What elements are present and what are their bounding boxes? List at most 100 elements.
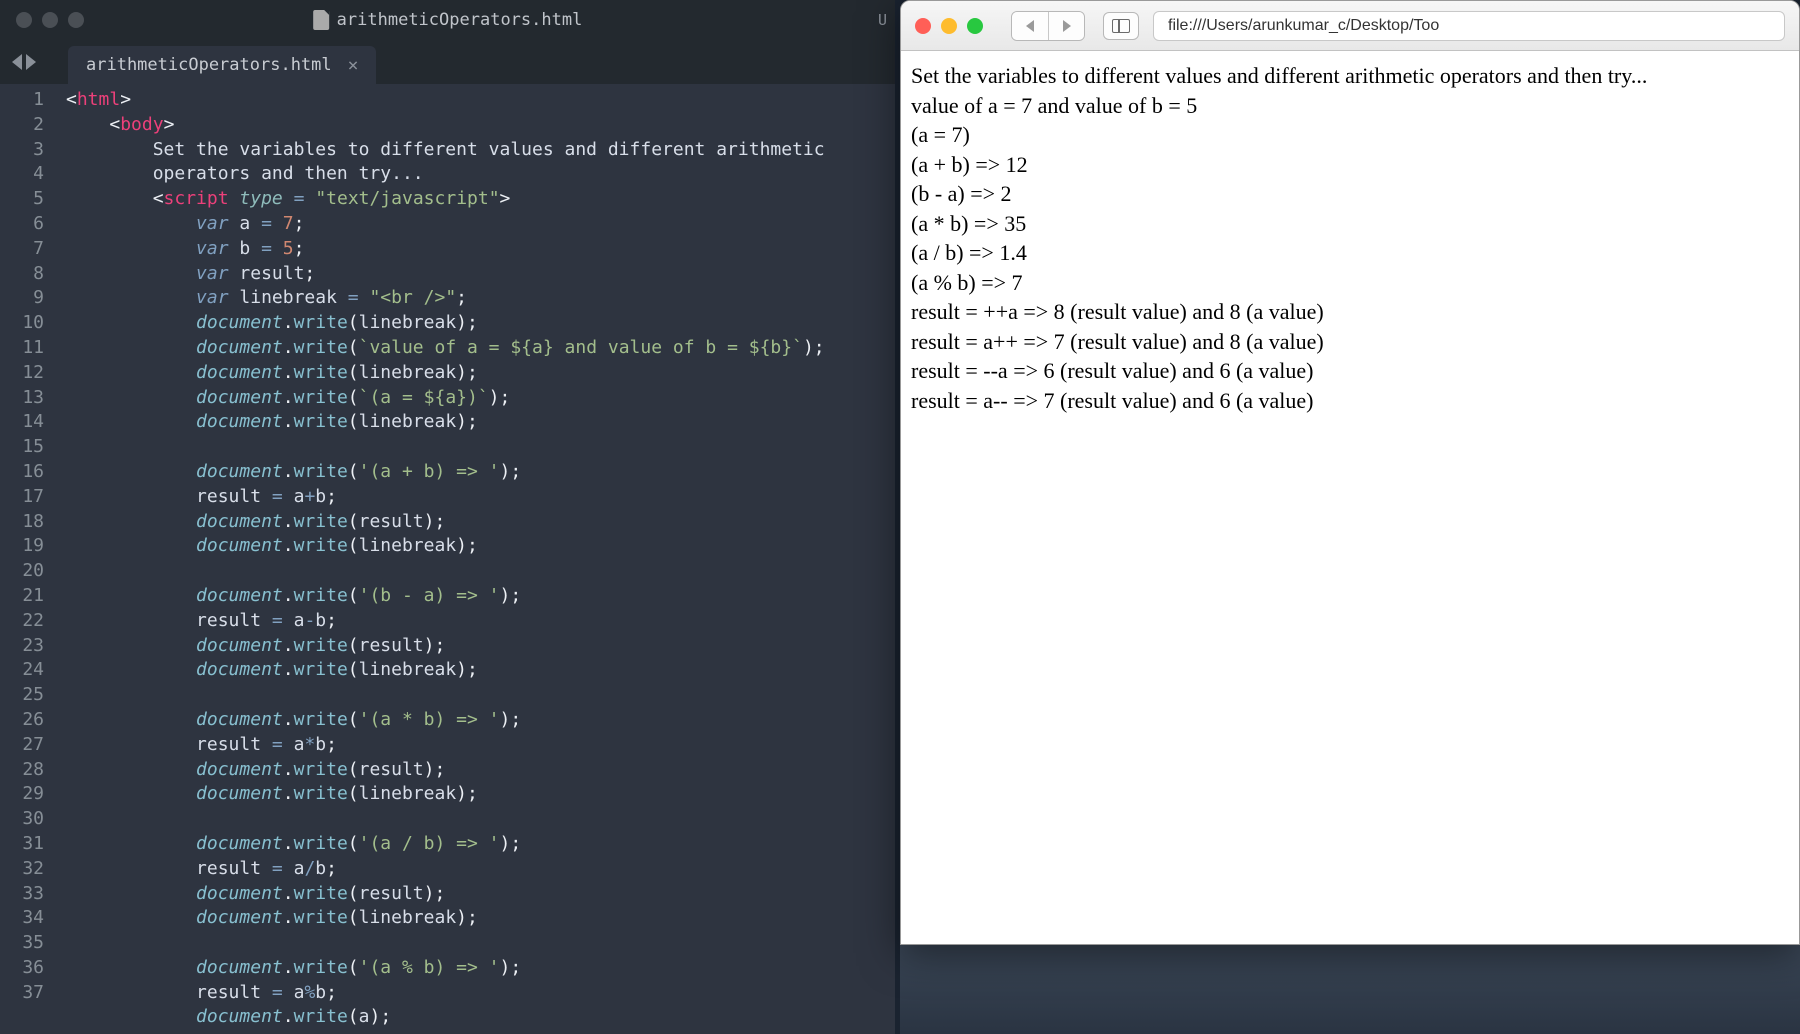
code-line[interactable]: result = a%b; bbox=[66, 981, 895, 1006]
minimize-icon[interactable] bbox=[42, 12, 58, 28]
window-title: arithmeticOperators.html bbox=[313, 10, 583, 30]
code-line[interactable]: document.write(linebreak); bbox=[66, 311, 895, 336]
browser-traffic-lights bbox=[915, 18, 983, 34]
file-icon bbox=[313, 10, 329, 30]
line-number: 25 bbox=[0, 683, 44, 708]
code-line[interactable]: Set the variables to different values an… bbox=[66, 138, 895, 163]
zoom-icon[interactable] bbox=[967, 18, 983, 34]
line-number: 17 bbox=[0, 485, 44, 510]
code-line[interactable]: document.write(`(a = ${a})`); bbox=[66, 386, 895, 411]
code-line[interactable]: document.write(linebreak); bbox=[66, 534, 895, 559]
close-icon[interactable] bbox=[915, 18, 931, 34]
sidebar-icon bbox=[1112, 19, 1130, 33]
line-number: 6 bbox=[0, 212, 44, 237]
forward-button[interactable] bbox=[1048, 12, 1084, 40]
line-number: 21 bbox=[0, 584, 44, 609]
line-number: 33 bbox=[0, 882, 44, 907]
code-line[interactable]: document.write(`value of a = ${a} and va… bbox=[66, 336, 895, 361]
code-line[interactable]: var result; bbox=[66, 262, 895, 287]
line-number: 13 bbox=[0, 386, 44, 411]
code-line[interactable]: <body> bbox=[66, 113, 895, 138]
code-line[interactable] bbox=[66, 931, 895, 956]
code-line[interactable]: document.write('(a * b) => '); bbox=[66, 708, 895, 733]
title-suffix: U bbox=[878, 11, 887, 29]
editor-titlebar[interactable]: arithmeticOperators.html U bbox=[0, 0, 895, 40]
code-line[interactable]: document.write(result); bbox=[66, 882, 895, 907]
line-number: 15 bbox=[0, 435, 44, 460]
line-number: 20 bbox=[0, 559, 44, 584]
line-number: 28 bbox=[0, 758, 44, 783]
line-number: 36 bbox=[0, 956, 44, 981]
code-line[interactable]: document.write(linebreak); bbox=[66, 410, 895, 435]
line-number: 30 bbox=[0, 807, 44, 832]
minimize-icon[interactable] bbox=[941, 18, 957, 34]
nav-arrow-group bbox=[0, 40, 48, 84]
line-number: 1 bbox=[0, 88, 44, 113]
code-line[interactable]: document.write(linebreak); bbox=[66, 782, 895, 807]
line-number: 14 bbox=[0, 410, 44, 435]
code-area[interactable]: <html> <body> Set the variables to diffe… bbox=[56, 84, 895, 1034]
close-icon[interactable] bbox=[16, 12, 32, 28]
line-number: 12 bbox=[0, 361, 44, 386]
code-line[interactable]: document.write(linebreak); bbox=[66, 658, 895, 683]
code-line[interactable] bbox=[66, 807, 895, 832]
code-line[interactable]: document.write(result); bbox=[66, 758, 895, 783]
desktop-background bbox=[900, 945, 1800, 1034]
code-line[interactable]: document.write(linebreak); bbox=[66, 361, 895, 386]
url-bar[interactable]: file:///Users/arunkumar_c/Desktop/Too bbox=[1153, 11, 1785, 41]
browser-window: file:///Users/arunkumar_c/Desktop/Too Se… bbox=[900, 0, 1800, 945]
output-line: result = a-- => 7 (result value) and 6 (… bbox=[911, 386, 1789, 416]
code-line[interactable]: result = a*b; bbox=[66, 733, 895, 758]
code-line[interactable]: result = a/b; bbox=[66, 857, 895, 882]
code-line[interactable]: <script type = "text/javascript"> bbox=[66, 187, 895, 212]
output-line: result = ++a => 8 (result value) and 8 (… bbox=[911, 297, 1789, 327]
chevron-right-icon bbox=[1063, 20, 1071, 32]
line-number: 37 bbox=[0, 981, 44, 1006]
line-number: 31 bbox=[0, 832, 44, 857]
line-number: 5 bbox=[0, 187, 44, 212]
code-line[interactable]: document.write('(b - a) => '); bbox=[66, 584, 895, 609]
code-line[interactable]: <html> bbox=[66, 88, 895, 113]
sidebar-toggle-button[interactable] bbox=[1103, 12, 1139, 40]
tab-close-icon[interactable]: × bbox=[348, 55, 359, 76]
line-number: 22 bbox=[0, 609, 44, 634]
editor-body: 1234567891011121314151617181920212223242… bbox=[0, 84, 895, 1034]
output-line: (a = 7) bbox=[911, 120, 1789, 150]
code-line[interactable] bbox=[66, 559, 895, 584]
window-title-text: arithmeticOperators.html bbox=[337, 10, 583, 30]
line-number: 18 bbox=[0, 510, 44, 535]
tab-active[interactable]: arithmeticOperators.html × bbox=[68, 46, 376, 84]
code-line[interactable] bbox=[66, 435, 895, 460]
code-line[interactable]: document.write(linebreak); bbox=[66, 906, 895, 931]
code-line[interactable] bbox=[66, 683, 895, 708]
code-line[interactable]: document.write('(a % b) => '); bbox=[66, 956, 895, 981]
code-line[interactable]: result = a-b; bbox=[66, 609, 895, 634]
line-number: 3 bbox=[0, 138, 44, 163]
code-line[interactable]: document.write('(a / b) => '); bbox=[66, 832, 895, 857]
output-line: (a * b) => 35 bbox=[911, 209, 1789, 239]
line-number: 8 bbox=[0, 262, 44, 287]
code-line[interactable]: result = a+b; bbox=[66, 485, 895, 510]
code-line[interactable]: document.write(a); bbox=[66, 1005, 895, 1030]
nav-back-icon[interactable] bbox=[12, 54, 22, 70]
line-number: 9 bbox=[0, 286, 44, 311]
code-line[interactable]: operators and then try... bbox=[66, 162, 895, 187]
line-number: 4 bbox=[0, 162, 44, 187]
zoom-icon[interactable] bbox=[68, 12, 84, 28]
output-line: result = --a => 6 (result value) and 6 (… bbox=[911, 356, 1789, 386]
code-line[interactable]: document.write('(a + b) => '); bbox=[66, 460, 895, 485]
output-line: value of a = 7 and value of b = 5 bbox=[911, 91, 1789, 121]
browser-content: Set the variables to different values an… bbox=[901, 51, 1799, 425]
code-line[interactable]: var a = 7; bbox=[66, 212, 895, 237]
code-line[interactable]: var b = 5; bbox=[66, 237, 895, 262]
line-number-gutter: 1234567891011121314151617181920212223242… bbox=[0, 84, 56, 1034]
back-button[interactable] bbox=[1012, 12, 1048, 40]
output-line: (a + b) => 12 bbox=[911, 150, 1789, 180]
line-number: 10 bbox=[0, 311, 44, 336]
code-line[interactable]: document.write(result); bbox=[66, 510, 895, 535]
nav-forward-icon[interactable] bbox=[26, 54, 36, 70]
line-number: 23 bbox=[0, 634, 44, 659]
code-line[interactable]: document.write(result); bbox=[66, 634, 895, 659]
line-number: 35 bbox=[0, 931, 44, 956]
code-line[interactable]: var linebreak = "<br />"; bbox=[66, 286, 895, 311]
